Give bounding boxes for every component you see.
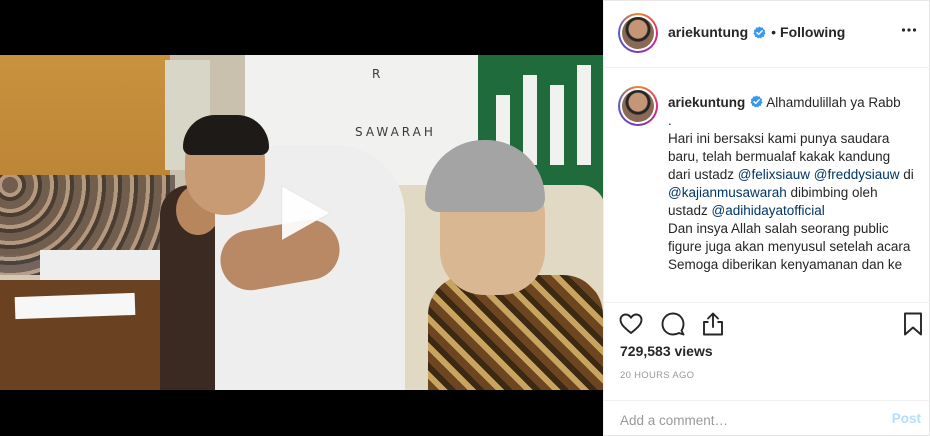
caption-username-link[interactable]: ariekuntung (668, 95, 745, 110)
post-timestamp[interactable]: 20 HOURS AGO (620, 370, 694, 381)
more-options-icon[interactable] (899, 22, 919, 42)
post-header: ariekuntung • Following (604, 0, 930, 68)
post-video[interactable]: R SAWARAH AR (0, 0, 603, 436)
scene-paper (14, 292, 136, 320)
post-panel: ariekuntung • Following ariekuntung Alha… (603, 0, 930, 436)
verified-badge-icon (753, 25, 766, 39)
mention-link[interactable]: @freddysiauw (814, 167, 900, 182)
caption-paragraph: Semoga diberikan kenyamanan dan ke (668, 257, 903, 272)
comment-input[interactable] (620, 410, 870, 430)
comment-icon[interactable] (660, 311, 686, 337)
caption-line: Alhamdulillah ya Rabb (766, 95, 901, 110)
comment-bar: Post (604, 400, 930, 436)
banner-corner-text: R (372, 67, 381, 81)
verified-badge-icon (750, 95, 763, 108)
caption-paragraph: Hari ini bersaksi kami punya saudara bar… (668, 130, 914, 220)
mention-link[interactable]: @felixsiauw (738, 167, 810, 182)
caption-text: ariekuntung Alhamdulillah ya Rabb . Hari… (668, 94, 914, 274)
share-icon[interactable] (700, 311, 726, 337)
mention-link[interactable]: @adihidayatofficial (712, 203, 825, 218)
following-button[interactable]: Following (780, 24, 845, 40)
username-link[interactable]: ariekuntung (668, 24, 748, 40)
play-icon[interactable] (268, 178, 338, 248)
caption-line: . (668, 113, 672, 128)
avatar[interactable] (618, 13, 658, 53)
scene-person-center-hair (183, 115, 269, 155)
banner-text: SAWARAH (355, 125, 436, 139)
heart-icon[interactable] (618, 311, 644, 337)
post-actions (604, 303, 930, 343)
caption-text-segment: di (899, 167, 914, 182)
caption-paragraph: Dan insya Allah salah seorang public fig… (668, 221, 911, 254)
post-comment-button[interactable]: Post (892, 411, 921, 426)
view-count[interactable]: 729,583 views (620, 343, 713, 359)
bookmark-icon[interactable] (900, 311, 926, 337)
separator-dot: • (771, 24, 777, 40)
mention-link[interactable]: @kajianmusawarah (668, 185, 787, 200)
caption-avatar[interactable] (618, 86, 658, 126)
post-caption: ariekuntung Alhamdulillah ya Rabb . Hari… (604, 68, 930, 303)
header-user: ariekuntung • Following (668, 24, 845, 40)
